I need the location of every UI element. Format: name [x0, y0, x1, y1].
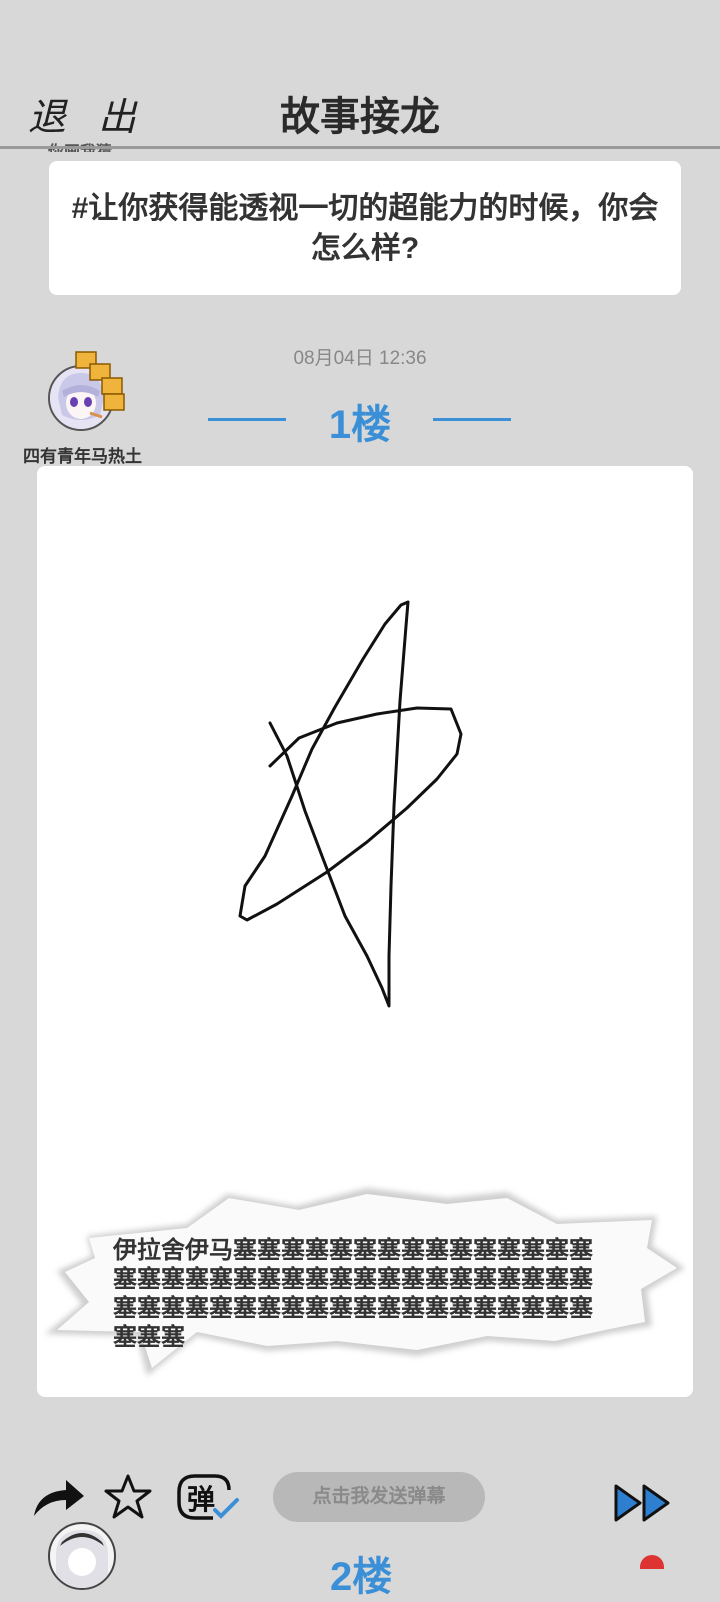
- username[interactable]: 四有青年马热土: [20, 442, 145, 467]
- floor-divider-right: [433, 418, 511, 421]
- header: 退 出 故事接龙 你画我猜: [0, 0, 720, 152]
- danmaku-toggle-label: 弹: [187, 1483, 215, 1516]
- drawing-caption: 伊拉舍伊马塞塞塞塞塞塞塞塞塞塞塞塞塞塞塞塞塞塞塞塞塞塞塞塞塞塞塞塞塞塞塞塞塞塞塞…: [113, 1237, 593, 1351]
- danmaku-input[interactable]: 点击我发送弹幕: [273, 1472, 485, 1522]
- drawing-card: 伊拉舍伊马塞塞塞塞塞塞塞塞塞塞塞塞塞塞塞塞塞塞塞塞塞塞塞塞塞塞塞塞塞塞塞塞塞塞塞…: [37, 466, 693, 1397]
- next-post-avatar[interactable]: [48, 1522, 116, 1590]
- notification-dot: [640, 1555, 664, 1569]
- page-title: 故事接龙: [280, 95, 440, 139]
- topic-card: #让你获得能透视一切的超能力的时候，你会怎么样?: [49, 161, 681, 295]
- star-icon[interactable]: [103, 1472, 153, 1527]
- topic-text: #让你获得能透视一切的超能力的时候，你会怎么样?: [71, 192, 659, 265]
- badge-icon: [74, 350, 126, 414]
- danmaku-toggle-icon[interactable]: 弹: [175, 1472, 241, 1529]
- fast-forward-icon[interactable]: [612, 1482, 674, 1529]
- next-floor-label: 2楼: [330, 1555, 393, 1599]
- header-divider: [0, 146, 720, 149]
- share-arrow-icon[interactable]: [30, 1478, 86, 1523]
